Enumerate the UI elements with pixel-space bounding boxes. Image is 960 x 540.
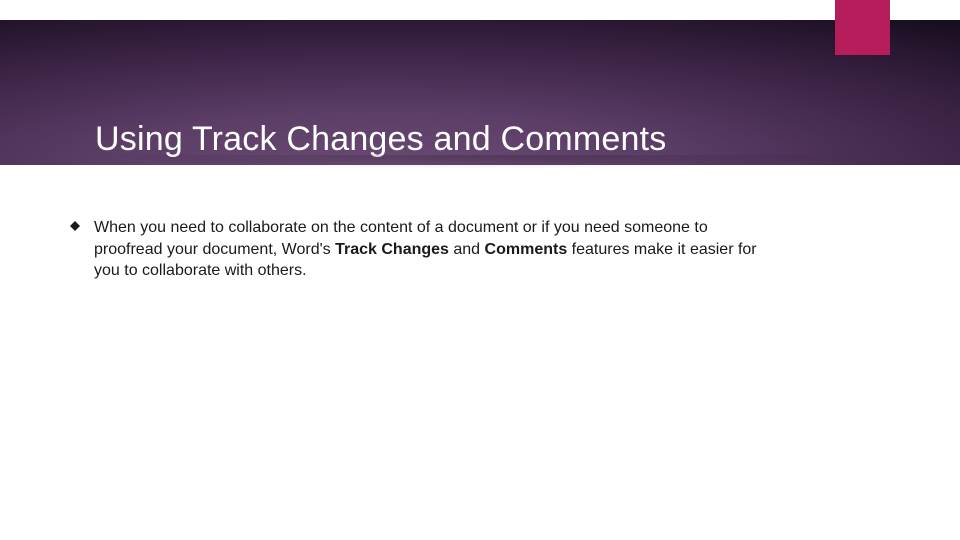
accent-tab <box>835 0 890 55</box>
title-band: Using Track Changes and Comments <box>0 20 960 165</box>
bullet-item: When you need to collaborate on the cont… <box>70 217 890 282</box>
diamond-icon <box>70 221 80 231</box>
slide: Using Track Changes and Comments When yo… <box>0 0 960 540</box>
slide-title: Using Track Changes and Comments <box>95 120 666 159</box>
bullet-text: When you need to collaborate on the cont… <box>94 217 774 282</box>
body-content: When you need to collaborate on the cont… <box>70 217 890 282</box>
